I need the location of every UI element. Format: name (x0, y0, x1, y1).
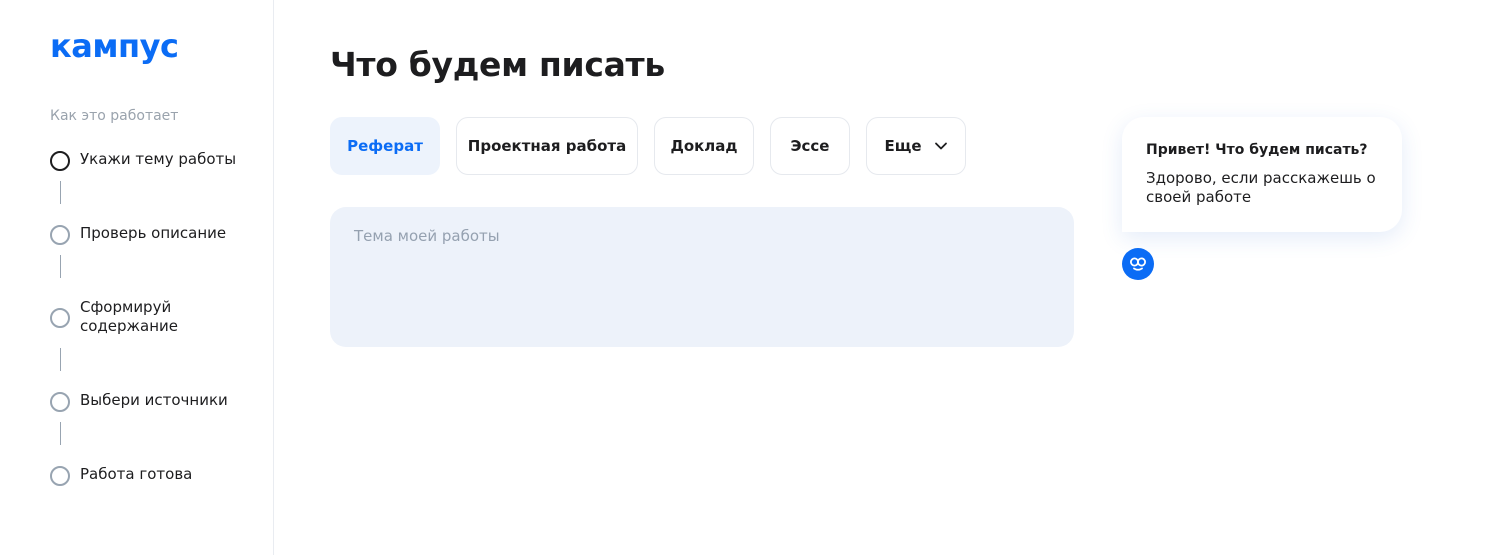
tab-label: Реферат (347, 137, 423, 155)
step-topic[interactable]: Укажи тему работы (50, 150, 240, 171)
how-it-works-label: Как это работает (50, 108, 179, 124)
tab-label: Эссе (790, 137, 830, 155)
bot-logo-icon (1122, 248, 1154, 280)
step-contents[interactable]: Сформируй содержание (50, 298, 190, 336)
app: кампус Как это работает Укажи тему работ… (0, 0, 1493, 555)
step-label: Работа готова (80, 465, 193, 483)
step-connector (60, 255, 61, 278)
tab-essay[interactable]: Эссе (770, 117, 850, 175)
step-connector (60, 422, 61, 445)
tab-report[interactable]: Доклад (654, 117, 754, 175)
step-circle-icon (50, 308, 70, 328)
sidebar: кампус Как это работает Укажи тему работ… (0, 0, 274, 555)
assistant-text: Здорово, если расскажешь о своей работе (1146, 169, 1376, 206)
step-circle-icon (50, 151, 70, 171)
step-label: Укажи тему работы (80, 150, 237, 168)
step-circle-icon (50, 466, 70, 486)
tab-project[interactable]: Проектная работа (456, 117, 638, 175)
step-done[interactable]: Работа готова (50, 465, 240, 486)
assistant-message: Привет! Что будем писать? Здорово, если … (1122, 117, 1402, 232)
tab-referat[interactable]: Реферат (330, 117, 440, 175)
step-label: Сформируй содержание (80, 298, 179, 335)
logo[interactable]: кампус (50, 26, 179, 66)
topic-input[interactable] (330, 207, 1074, 347)
assistant-title: Привет! Что будем писать? (1146, 142, 1368, 158)
step-connector (60, 181, 61, 204)
tab-label: Еще (884, 137, 922, 155)
step-sources[interactable]: Выбери источники (50, 391, 240, 412)
tab-more[interactable]: Еще (866, 117, 966, 175)
page-title: Что будем писать (330, 45, 665, 84)
step-circle-icon (50, 392, 70, 412)
tab-label: Доклад (670, 137, 738, 155)
step-label: Проверь описание (80, 224, 227, 242)
step-description[interactable]: Проверь описание (50, 224, 240, 245)
chevron-down-icon (934, 142, 947, 150)
step-circle-icon (50, 225, 70, 245)
topic-input-container (330, 207, 1074, 347)
step-label: Выбери источники (80, 391, 228, 409)
step-connector (60, 348, 61, 371)
tab-label: Проектная работа (467, 137, 627, 155)
